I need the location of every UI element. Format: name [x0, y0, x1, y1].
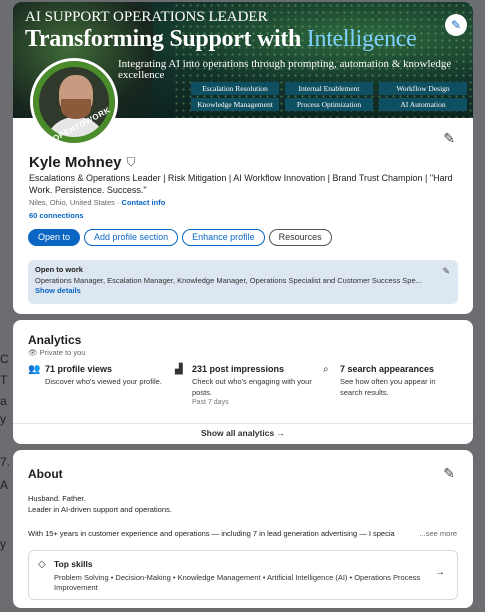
backdrop-text: C — [0, 352, 9, 366]
private-label: Private to you — [39, 348, 86, 357]
show-details-link[interactable]: Show details — [35, 286, 451, 295]
show-all-analytics-link[interactable]: Show all analytics → — [13, 428, 473, 438]
arrow-right-icon[interactable]: → — [435, 567, 445, 578]
about-text: With 15+ years in customer experience an… — [28, 529, 395, 538]
profile-headline: Escalations & Operations Leader | Risk M… — [29, 173, 453, 195]
about-text: Leader in AI-driven support and operatio… — [28, 505, 172, 514]
backdrop-text: y — [0, 537, 6, 551]
about-card: About ✎ Husband. Father. Leader in AI-dr… — [13, 450, 473, 608]
backdrop-text: a — [0, 394, 7, 408]
search-icon: ⌕ — [323, 364, 329, 375]
about-text: Husband. Father. — [28, 494, 86, 503]
open-to-button[interactable]: Open to — [28, 229, 81, 246]
bar-chart-icon: ▟ — [175, 364, 183, 375]
backdrop-text: 7. — [0, 455, 11, 469]
banner-tagline-top: AI SUPPORT OPERATIONS LEADER — [25, 9, 268, 25]
banner-headline-main: Transforming Support with — [25, 26, 307, 52]
banner-chip: Escalation Resolution — [191, 82, 279, 95]
profile-location: Niles, Ohio, United States — [29, 198, 115, 207]
banner-subline: Integrating AI into operations through p… — [118, 58, 452, 81]
metric-title: 7 search appearances — [340, 364, 435, 374]
edit-banner-pencil-icon[interactable]: ✎ — [445, 14, 467, 36]
open-to-work-title: Open to work — [35, 265, 83, 274]
contact-info-link[interactable]: Contact info — [122, 198, 166, 207]
people-icon: 👥 — [28, 364, 41, 375]
banner-chip: Workflow Design — [379, 82, 467, 95]
about-title: About — [28, 467, 63, 481]
edit-intro-pencil-icon[interactable]: ✎ — [443, 130, 455, 147]
open-to-work-roles: Operations Manager, Escalation Manager, … — [35, 276, 422, 285]
edit-about-pencil-icon[interactable]: ✎ — [443, 465, 455, 482]
name-row: Kyle Mohney ⛉ — [29, 154, 136, 171]
diamond-icon: ◇ — [38, 559, 46, 570]
backdrop-text: y — [0, 412, 6, 426]
metric-title: 231 post impressions — [192, 364, 285, 374]
edit-open-to-work-pencil-icon[interactable]: ✎ — [442, 266, 450, 277]
location-row: Niles, Ohio, United States · Contact inf… — [29, 198, 165, 207]
banner-chip: Internal Enablement — [285, 82, 373, 95]
top-skills-box[interactable]: ◇ Top skills Problem Solving • Decision-… — [28, 550, 458, 600]
top-skills-title: Top skills — [54, 559, 93, 569]
top-skills-list: Problem Solving • Decision-Making • Know… — [54, 573, 421, 592]
banner-chips: Escalation Resolution Internal Enablemen… — [191, 82, 473, 111]
profile-top-card: AI SUPPORT OPERATIONS LEADER Transformin… — [13, 2, 473, 314]
backdrop-text: A — [0, 478, 9, 492]
connections-link[interactable]: 60 connections — [29, 211, 84, 220]
open-to-work-box[interactable]: Open to work Operations Manager, Escalat… — [28, 260, 458, 304]
analytics-title: Analytics — [28, 333, 82, 347]
profile-actions: Open to Add profile section Enhance prof… — [28, 229, 332, 246]
analytics-card: Analytics 👁 Private to you 👥 71 profile … — [13, 320, 473, 444]
banner-headline: Transforming Support with Intelligence — [25, 26, 417, 53]
profile-dialog: AI SUPPORT OPERATIONS LEADER Transformin… — [13, 2, 473, 612]
verified-shield-icon[interactable]: ⛉ — [127, 155, 136, 170]
metric-sub: Past 7 days — [192, 399, 229, 406]
location-separator: · — [114, 198, 122, 207]
banner-chip: AI Automation — [379, 98, 467, 111]
divider — [13, 423, 473, 424]
banner-chip: Knowledge Management — [191, 98, 279, 111]
see-more-link[interactable]: ...see more — [419, 529, 457, 538]
private-to-you: 👁 Private to you — [28, 348, 85, 357]
resources-button[interactable]: Resources — [268, 229, 332, 246]
profile-name: Kyle Mohney — [29, 154, 122, 171]
metric-title: 71 profile views — [45, 364, 113, 374]
banner-chip: Process Optimization — [285, 98, 373, 111]
profile-avatar[interactable]: #OPENTOWORK — [30, 58, 118, 146]
enhance-profile-button[interactable]: Enhance profile — [182, 229, 265, 246]
metric-desc: Check out who's engaging with your posts… — [192, 377, 312, 397]
add-profile-section-button[interactable]: Add profile section — [84, 229, 179, 246]
metric-desc: See how often you appear in search resul… — [340, 377, 436, 397]
eye-icon: 👁 — [28, 348, 38, 357]
backdrop-text: T — [0, 373, 8, 387]
metric-desc: Discover who's viewed your profile. — [45, 377, 162, 386]
banner-headline-highlight: Intelligence — [306, 26, 417, 52]
